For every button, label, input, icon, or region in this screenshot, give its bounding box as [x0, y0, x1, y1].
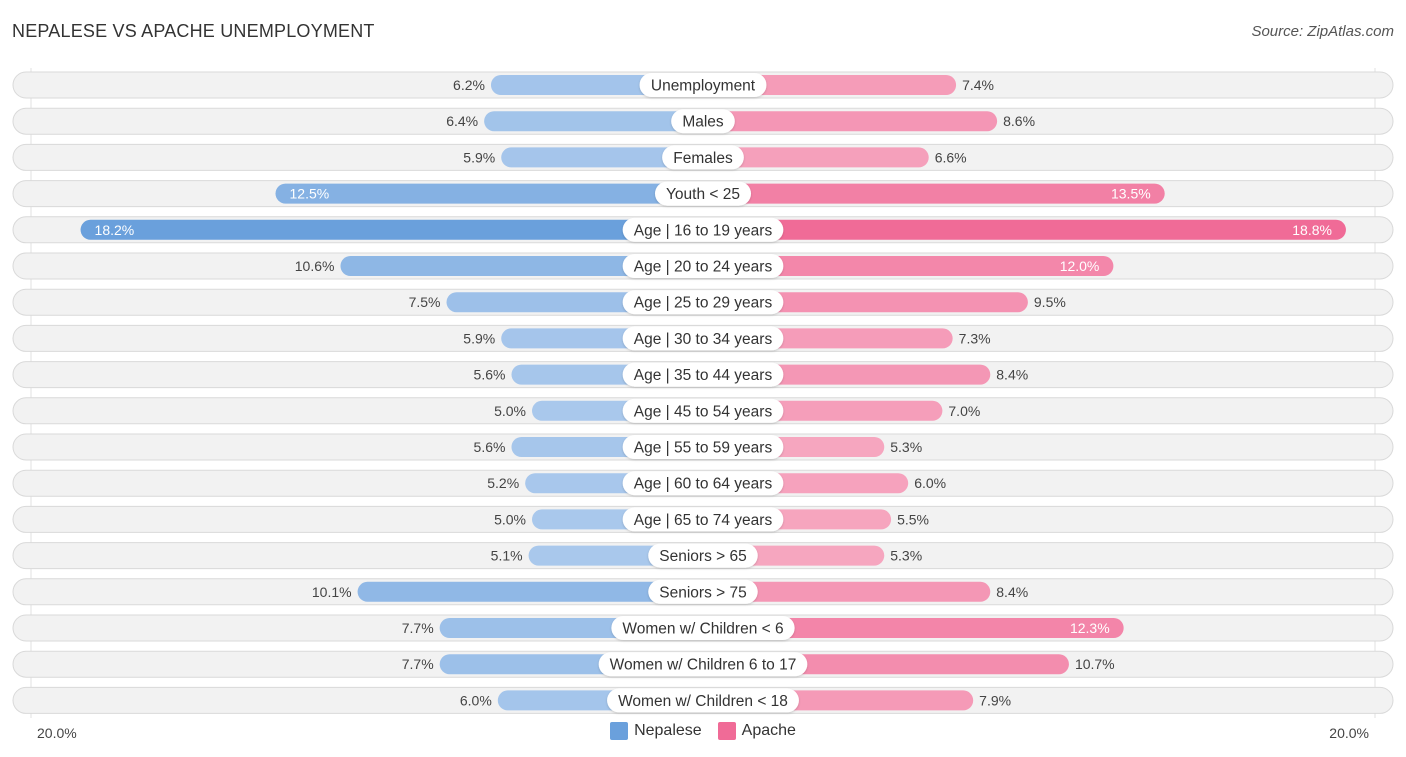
nepalese-value-label: 7.5%: [409, 294, 441, 310]
legend-swatch-nepalese: [610, 722, 629, 740]
category-label: Age | 60 to 64 years: [634, 476, 773, 493]
nepalese-value-label: 7.7%: [402, 620, 434, 636]
nepalese-value-label: 10.6%: [295, 258, 335, 274]
nepalese-value-label: 5.6%: [474, 439, 506, 455]
legend-item-apache[interactable]: Apache: [717, 722, 796, 740]
chart-row: Age | 20 to 24 years 10.6% 12.0%: [12, 252, 1394, 280]
apache-bar[interactable]: [693, 111, 998, 132]
apache-value-label: 6.0%: [914, 475, 946, 491]
apache-value-label: 5.3%: [890, 548, 922, 564]
category-label: Women w/ Children < 6: [622, 621, 783, 638]
apache-value-label: 7.0%: [948, 403, 980, 419]
category-label: Seniors > 65: [659, 548, 746, 565]
legend-item-nepalese[interactable]: Nepalese: [610, 722, 702, 740]
chart-row: Women w/ Children 6 to 17 7.7% 10.7%: [12, 650, 1394, 678]
chart-row: Age | 16 to 19 years 18.2% 18.8%: [12, 216, 1394, 244]
category-label: Unemployment: [651, 78, 756, 95]
apache-value-label: 5.3%: [890, 439, 922, 455]
category-label: Women w/ Children < 18: [618, 693, 788, 710]
nepalese-value-label: 5.6%: [474, 367, 506, 383]
apache-value-label: 9.5%: [1034, 294, 1066, 310]
category-label: Males: [682, 114, 724, 131]
nepalese-value-label: 12.5%: [290, 186, 330, 202]
category-label: Age | 45 to 54 years: [634, 403, 773, 420]
apache-value-label: 7.4%: [962, 77, 994, 93]
category-label: Age | 25 to 29 years: [634, 295, 773, 312]
nepalese-value-label: 5.0%: [494, 511, 526, 527]
category-label: Youth < 25: [666, 186, 740, 203]
chart-row: Seniors > 65 5.1% 5.3%: [12, 542, 1394, 570]
apache-value-label: 12.0%: [1060, 258, 1100, 274]
nepalese-value-label: 6.4%: [446, 113, 478, 129]
nepalese-value-label: 6.2%: [453, 77, 485, 93]
chart-row: Seniors > 75 10.1% 8.4%: [12, 578, 1394, 606]
apache-value-label: 10.7%: [1075, 656, 1115, 672]
apache-value-label: 8.4%: [996, 584, 1028, 600]
apache-value-label: 5.5%: [897, 511, 929, 527]
apache-value-label: 8.4%: [996, 367, 1028, 383]
category-label: Age | 20 to 24 years: [634, 259, 773, 276]
nepalese-bar[interactable]: [80, 219, 713, 240]
legend-label-nepalese: Nepalese: [634, 722, 702, 739]
category-label: Seniors > 75: [659, 584, 746, 601]
chart-row: Youth < 25 12.5% 13.5%: [12, 180, 1394, 208]
apache-value-label: 6.6%: [935, 149, 967, 165]
apache-value-label: 18.8%: [1292, 222, 1332, 238]
chart-canvas: Unemployment 6.2% 7.4% Males 6.4% 8.6% Females…: [12, 68, 1394, 718]
chart-row: Women w/ Children < 18 6.0% 7.9%: [12, 686, 1394, 714]
chart-row: Age | 55 to 59 years 5.6% 5.3%: [12, 433, 1394, 461]
legend-label-apache: Apache: [741, 722, 796, 739]
nepalese-bar[interactable]: [275, 183, 714, 204]
nepalese-value-label: 18.2%: [95, 222, 135, 238]
nepalese-value-label: 10.1%: [312, 584, 352, 600]
category-label: Age | 30 to 34 years: [634, 331, 773, 348]
chart-row: Age | 60 to 64 years 5.2% 6.0%: [12, 469, 1394, 497]
chart-row: Age | 25 to 29 years 7.5% 9.5%: [12, 288, 1394, 316]
nepalese-value-label: 5.2%: [487, 475, 519, 491]
chart-row: Age | 65 to 74 years 5.0% 5.5%: [12, 505, 1394, 533]
category-label: Age | 65 to 74 years: [634, 512, 773, 529]
legend-swatch-apache: [717, 722, 736, 740]
category-label: Women w/ Children 6 to 17: [610, 657, 797, 674]
nepalese-value-label: 5.9%: [463, 149, 495, 165]
apache-value-label: 12.3%: [1070, 620, 1110, 636]
nepalese-value-label: 5.1%: [491, 548, 523, 564]
chart-row: Males 6.4% 8.6%: [12, 107, 1394, 135]
chart-row: Women w/ Children < 6 7.7% 12.3%: [12, 614, 1394, 642]
category-label: Age | 35 to 44 years: [634, 367, 773, 384]
chart-row: Age | 45 to 54 years 5.0% 7.0%: [12, 397, 1394, 425]
apache-value-label: 7.3%: [959, 330, 991, 346]
nepalese-value-label: 7.7%: [402, 656, 434, 672]
apache-bar[interactable]: [693, 219, 1346, 240]
apache-value-label: 8.6%: [1003, 113, 1035, 129]
category-label: Age | 16 to 19 years: [634, 222, 773, 239]
nepalese-value-label: 6.0%: [460, 692, 492, 708]
category-label: Females: [673, 150, 733, 167]
apache-bar[interactable]: [693, 183, 1165, 204]
chart-row: Unemployment 6.2% 7.4%: [12, 71, 1394, 99]
apache-value-label: 13.5%: [1111, 186, 1151, 202]
legend: Nepalese Apache: [0, 722, 1406, 740]
chart-row: Females 5.9% 6.6%: [12, 143, 1394, 171]
chart-row: Age | 35 to 44 years 5.6% 8.4%: [12, 361, 1394, 389]
apache-value-label: 7.9%: [979, 692, 1011, 708]
chart-row: Age | 30 to 34 years 5.9% 7.3%: [12, 324, 1394, 352]
category-label: Age | 55 to 59 years: [634, 440, 773, 457]
nepalese-value-label: 5.9%: [463, 330, 495, 346]
nepalese-value-label: 5.0%: [494, 403, 526, 419]
